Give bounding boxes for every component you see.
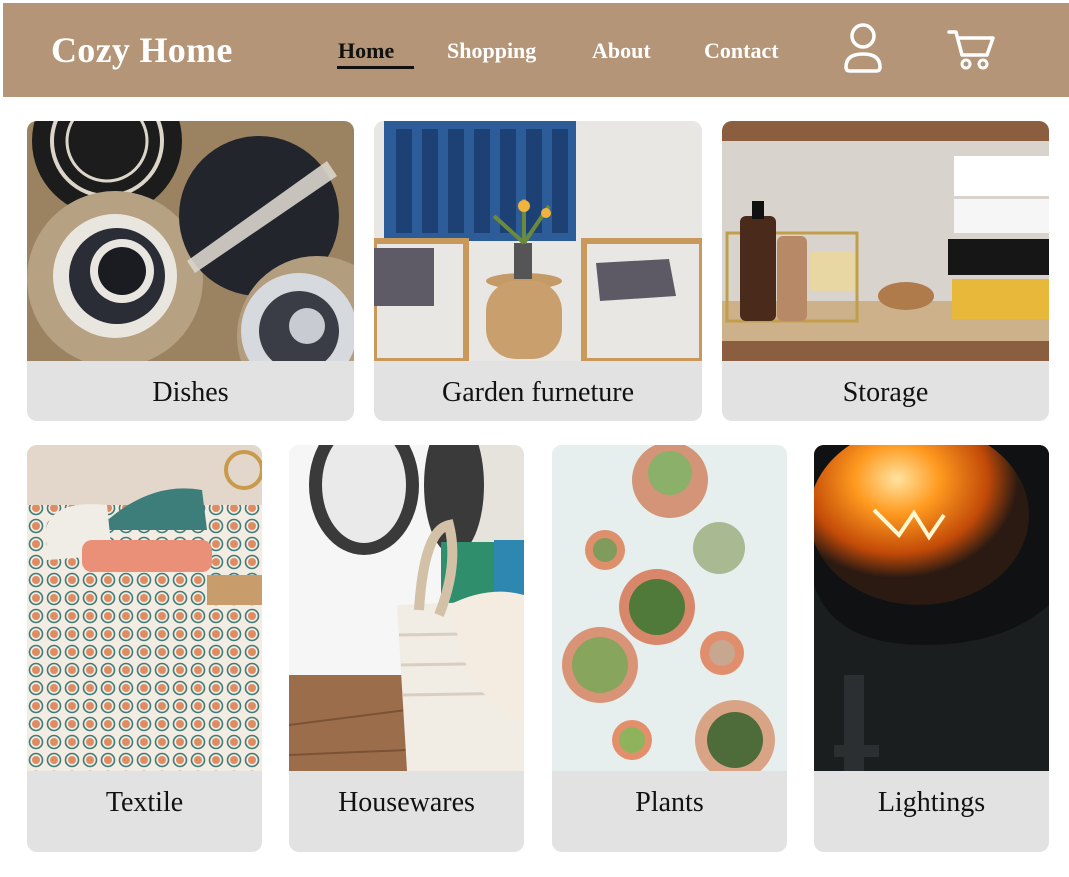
category-card-lightings[interactable]: Lightings [814,445,1049,852]
nav-home[interactable]: Home [338,38,394,64]
category-label: Storage [842,377,929,408]
category-label: Garden furneture [441,377,634,408]
category-label: Plants [635,787,704,818]
cart-icon[interactable] [946,27,996,71]
category-card-garden-furniture[interactable]: Garden furneture [374,121,702,421]
site-logo[interactable]: Cozy Home [51,29,233,71]
storage-photo [722,121,1049,361]
textile-photo [27,445,262,771]
category-card-housewares[interactable]: Housewares [289,445,524,852]
category-label: Dishes [152,377,229,408]
nav-contact[interactable]: Contact [704,38,779,64]
garden-furniture-photo [374,121,702,364]
nav-about[interactable]: About [592,38,651,64]
site-header: Cozy Home Home Shopping About Contact [3,3,1069,97]
category-label: Lightings [877,787,986,818]
category-card-textile[interactable]: Textile [27,445,262,852]
lightings-photo [814,445,1049,771]
category-card-storage[interactable]: Storage [722,121,1049,421]
nav-shopping[interactable]: Shopping [447,38,536,64]
nav-active-underline [337,66,414,69]
category-card-dishes[interactable]: Dishes [27,121,354,421]
housewares-photo [289,445,524,771]
category-label: Textile [105,787,184,818]
plants-photo [552,445,787,780]
category-label: Housewares [338,787,475,818]
category-card-plants[interactable]: Plants [552,445,787,852]
dishes-photo [27,121,354,416]
user-icon[interactable] [839,21,887,75]
